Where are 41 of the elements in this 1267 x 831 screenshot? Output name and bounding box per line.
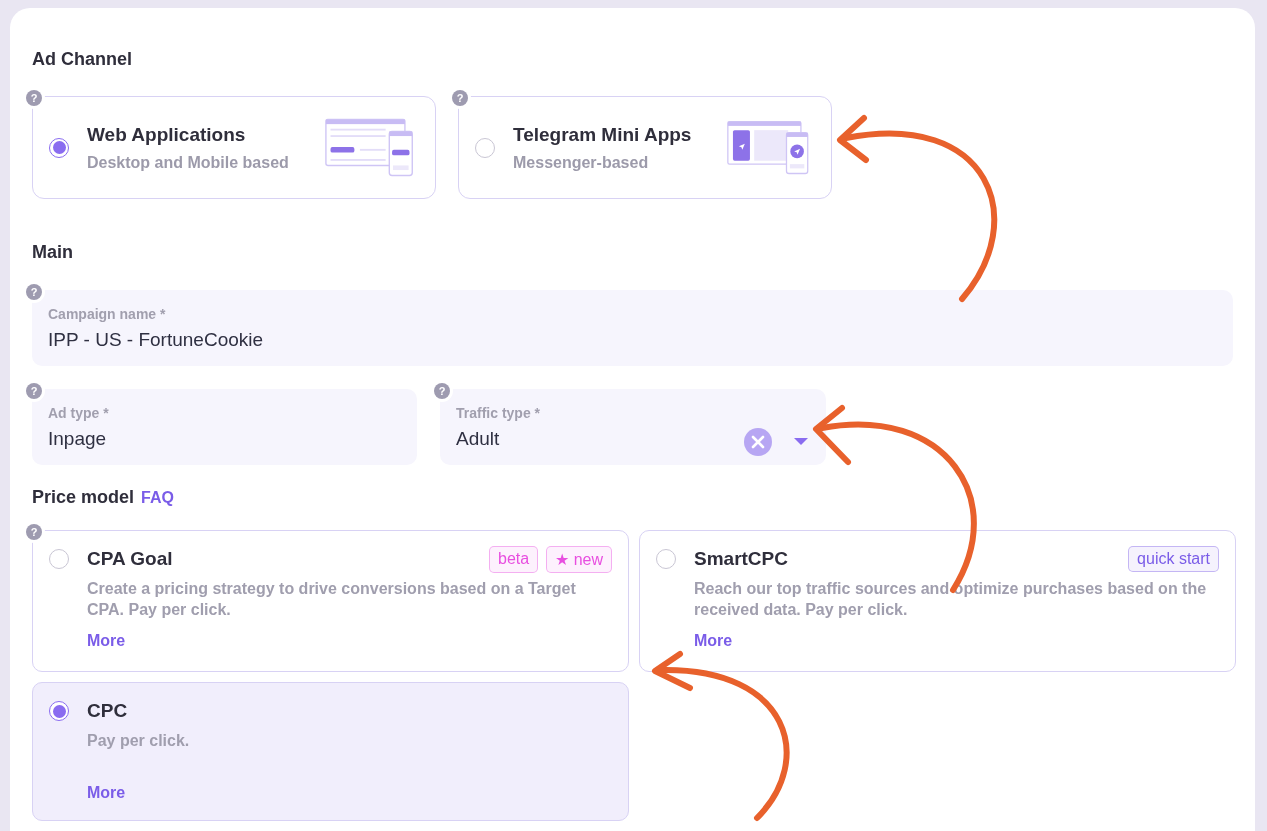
option-title: SmartCPC [694, 548, 788, 570]
option-description: Reach our top traffic sources and optimize purchases based on the received data. Pay per click. [694, 579, 1208, 620]
price-option[interactable]: CPC Pay per click. More [32, 682, 629, 821]
radio-button[interactable] [49, 549, 69, 569]
more-link[interactable]: More [87, 784, 612, 802]
radio-button[interactable] [656, 549, 676, 569]
section-heading: Price model [32, 487, 135, 508]
section-heading: Ad Channel [32, 49, 133, 70]
price-option[interactable]: SmartCPC quick start Reach our top traffic sources and optimize purchases based on the received data. Pay per click. More [639, 530, 1236, 672]
more-link[interactable]: More [694, 632, 1219, 650]
radio-button[interactable] [49, 137, 69, 158]
help-icon[interactable]: ? [26, 284, 42, 300]
option-description: Create a pricing strategy to drive conversions based on a Target CPA. Pay per click. [87, 579, 577, 620]
field-label: Campaign name * [48, 306, 167, 322]
field-value: Adult [456, 428, 501, 450]
section-heading: Main [32, 242, 74, 263]
option-subtitle: Messenger-based [513, 153, 650, 172]
option-subtitle: Desktop and Mobile based [87, 153, 289, 172]
radio-button[interactable] [49, 701, 69, 721]
field-label: Ad type * [48, 405, 110, 421]
more-link[interactable]: More [87, 632, 612, 650]
help-icon[interactable]: ? [452, 90, 468, 106]
tag: quick start [1128, 546, 1219, 572]
field-value: IPP - US - FortuneCookie [48, 329, 265, 351]
help-icon[interactable]: ? [26, 90, 42, 106]
tag: ★ new [546, 545, 612, 573]
faq-link[interactable]: FAQ [141, 489, 174, 507]
option-description: Pay per click. [87, 731, 191, 751]
option-title: Web Applications [87, 123, 247, 146]
field-value: Inpage [48, 428, 108, 450]
help-icon[interactable]: ? [26, 383, 42, 399]
option-title: Telegram Mini Apps [513, 123, 692, 146]
help-icon[interactable]: ? [434, 383, 450, 399]
radio-button[interactable] [475, 137, 495, 158]
clear-icon[interactable] [744, 428, 772, 456]
option-title: CPA Goal [87, 548, 173, 570]
option-title: CPC [87, 700, 128, 722]
tag: beta [489, 545, 539, 573]
caret-icon[interactable] [794, 438, 808, 446]
help-icon[interactable]: ? [26, 524, 42, 540]
field-label: Traffic type * [456, 405, 542, 421]
